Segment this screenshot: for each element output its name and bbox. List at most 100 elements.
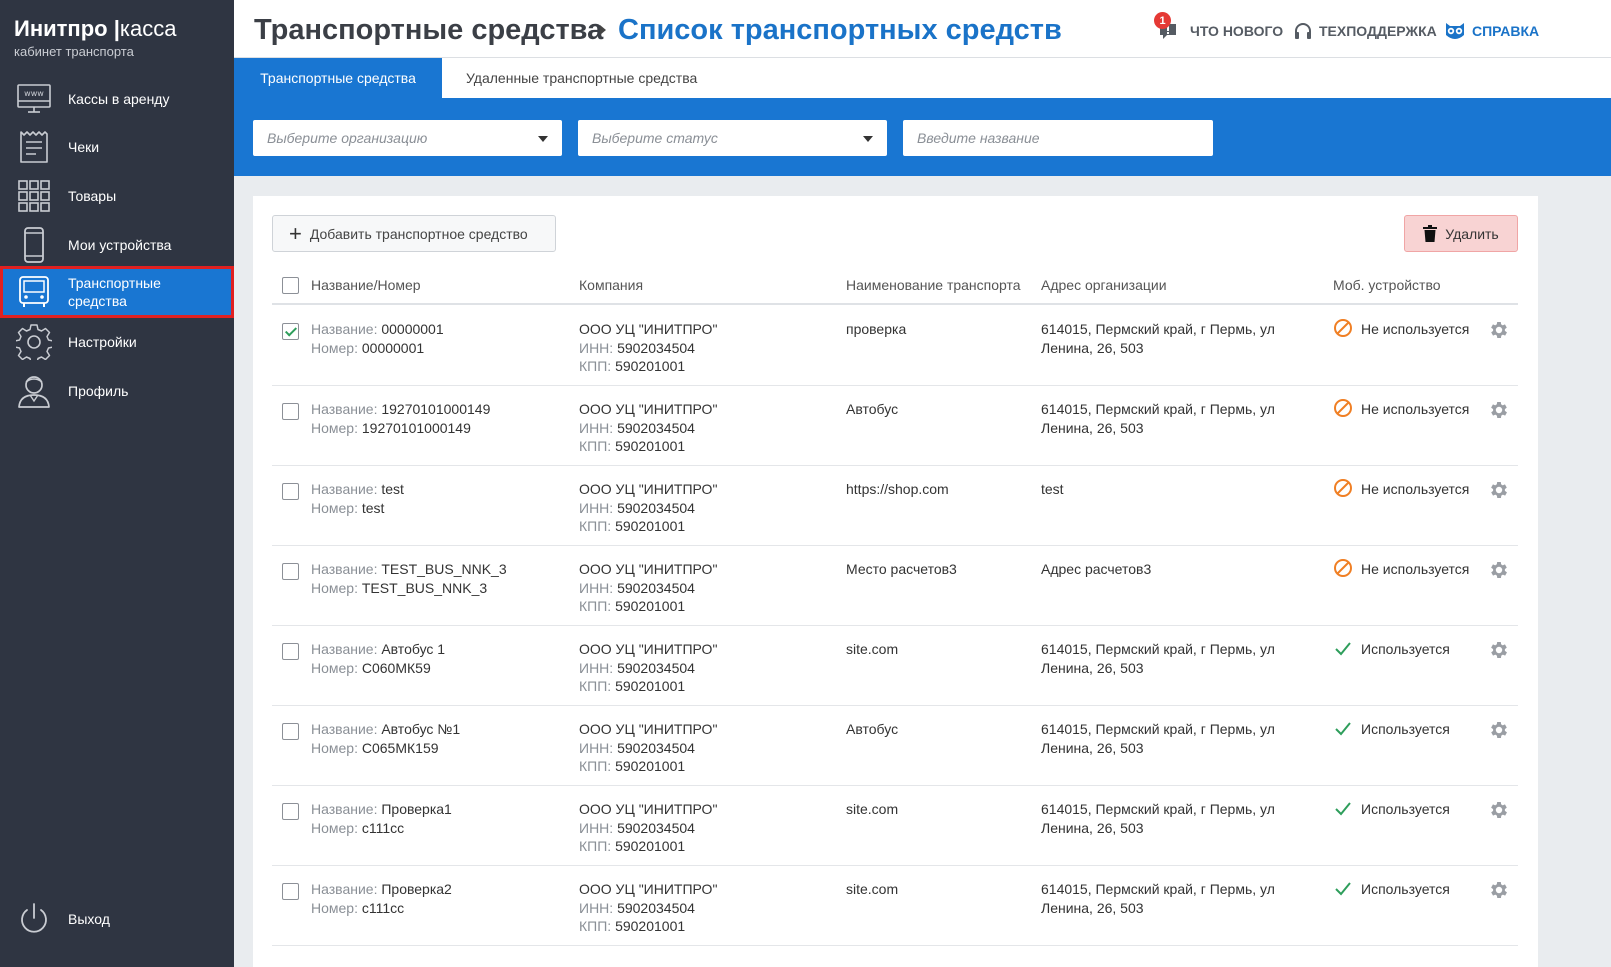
brand-name: Инитпро [14,16,108,41]
sidebar-item-profile[interactable]: Профиль [0,367,234,415]
owl-icon [1446,23,1464,39]
svg-text:www: www [24,89,44,98]
sidebar-item-goods[interactable]: Товары [0,172,234,220]
device-status-text: Не используется [1361,321,1470,337]
col-org-address[interactable]: Адрес организации [1041,277,1167,293]
name-label: Название: [311,401,382,417]
vehicle-number: 00000001 [361,339,425,356]
delete-button[interactable]: Удалить [1404,215,1518,252]
brand-title: Инитпро |касса [14,16,220,42]
check-icon [1335,802,1351,816]
breadcrumb-section[interactable]: Транспортные средства [254,14,603,47]
sidebar-item-label: Кассы в аренду [68,91,170,107]
row-checkbox[interactable] [282,403,299,420]
row-checkbox[interactable] [282,723,299,740]
sidebar-item-logout[interactable]: Выход [0,895,234,943]
help-link[interactable]: СПРАВКА [1444,21,1539,41]
row-settings-gear-icon[interactable] [1488,479,1510,501]
organization-select[interactable]: Выберите организацию [253,120,562,156]
sidebar-item-settings[interactable]: Настройки [0,318,234,366]
device-status-text: Используется [1361,641,1450,657]
row-checkbox[interactable] [282,803,299,820]
status-select[interactable]: Выберите статус [578,120,887,156]
company-name: ООО УЦ "ИНИТПРО" [579,401,718,417]
table-row[interactable]: Название: 19270101000149 Номер: 192701010… [272,386,1518,466]
col-transport-name[interactable]: Наименование транспорта [846,277,1021,293]
sidebar-item-cash-rental[interactable]: www Кассы в аренду [0,75,234,123]
sidebar-item-devices[interactable]: Мои устройства [0,221,234,269]
table-row[interactable]: Название: Автобус №1 Номер: С065МК159 ООО … [272,706,1518,786]
inn-label: ИНН: [579,579,618,596]
name-label: Название: [311,481,382,497]
col-name-number[interactable]: Название/Номер [311,277,421,293]
name-search-input[interactable]: Введите название [903,120,1213,156]
trash-icon [1423,225,1438,242]
add-vehicle-button[interactable]: + Добавить транспортное средство [272,215,556,252]
row-settings-gear-icon[interactable] [1488,639,1510,661]
check-icon [1335,882,1351,896]
org-address: test [1041,481,1064,497]
transport-name: site.com [846,801,899,817]
row-checkbox[interactable] [282,323,299,340]
support-link[interactable]: ТЕХПОДДЕРЖКА [1293,21,1437,41]
sidebar-item-label: Транспортные средства [68,275,161,309]
not-allowed-icon [1334,479,1352,497]
row-checkbox[interactable] [282,483,299,500]
org-address: 614015, Пермский край, г Пермь, ул Ленин… [1041,401,1275,436]
col-company[interactable]: Компания [579,277,643,293]
logout-label: Выход [68,911,110,927]
table-row[interactable]: Название: test Номер: test ООО УЦ "ИНИТПРО… [272,466,1518,546]
company-inn: 5902034504 [617,819,695,836]
org-address: 614015, Пермский край, г Пермь, ул Ленин… [1041,641,1275,676]
table-row[interactable]: Название: Проверка1 Номер: с111сс ООО УЦ "… [272,786,1518,866]
help-label: СПРАВКА [1472,23,1540,39]
row-checkbox[interactable] [282,883,299,900]
add-vehicle-label: Добавить транспортное средство [309,225,528,242]
company-cell: ООО УЦ "ИНИТПРО" ИНН: 5902034504 КПП: 5902… [579,320,839,376]
plus-icon: + [289,220,302,246]
sidebar-item-receipts[interactable]: Чеки [0,123,234,171]
table-row[interactable]: Название: Автобус 1 Номер: С060МК59 ООО УЦ… [272,626,1518,706]
number-label: Номер: [311,579,362,596]
table-header: Название/Номер Компания Наименование тра… [272,266,1518,305]
row-settings-gear-icon[interactable] [1488,559,1510,581]
brand-product: касса [119,16,177,41]
whats-new-link[interactable]: 1 ЧТО НОВОГО [1154,12,1284,41]
row-settings-gear-icon[interactable] [1488,719,1510,741]
inn-label: ИНН: [579,899,618,916]
kpp-label: КПП: [579,758,616,774]
sidebar-item-label: Товары [68,188,117,204]
chevron-right-icon [600,25,606,35]
vehicle-name-number: Название: Автобус №1 Номер: С065МК159 [311,720,571,757]
kpp-label: КПП: [579,678,616,694]
sidebar-item-vehicles[interactable]: Транспортные средства [0,266,234,318]
col-mobile-device[interactable]: Моб. устройство [1333,277,1441,293]
table-row[interactable]: Название: 00000001 Номер: 00000001 ООО УЦ … [272,306,1518,386]
transport-name: https://shop.com [846,481,949,497]
inn-label: ИНН: [579,739,618,756]
row-settings-gear-icon[interactable] [1488,399,1510,421]
vehicle-name-number: Название: 00000001 Номер: 00000001 [311,320,571,357]
sidebar-item-label: Мои устройства [68,237,172,253]
row-checkbox[interactable] [282,563,299,580]
row-settings-gear-icon[interactable] [1488,879,1510,901]
select-all-checkbox[interactable] [282,277,299,294]
table-row[interactable]: Название: Проверка2 Номер: с111сс ООО УЦ "… [272,866,1518,946]
row-settings-gear-icon[interactable] [1488,799,1510,821]
sidebar: Инитпро |касса кабинет транспорта www Ка… [0,0,234,967]
row-settings-gear-icon[interactable] [1488,319,1510,341]
company-kpp: 590201001 [615,678,686,694]
table-row[interactable]: Название: TEST_BUS_NNK_3 Номер: TEST_BUS_… [272,546,1518,626]
tab-vehicles[interactable]: Транспортные средства [234,58,442,98]
kpp-label: КПП: [579,918,616,934]
name-label: Название: [311,801,382,817]
kpp-label: КПП: [579,598,616,614]
tab-deleted-vehicles[interactable]: Удаленные транспортные средства [442,58,721,98]
whats-new-label: ЧТО НОВОГО [1190,23,1284,39]
row-checkbox[interactable] [282,643,299,660]
status-select-placeholder: Выберите статус [592,130,718,146]
name-label: Название: [311,721,382,737]
company-name: ООО УЦ "ИНИТПРО" [579,801,718,817]
vehicle-name: Автобус 1 [381,641,446,657]
company-name: ООО УЦ "ИНИТПРО" [579,481,718,497]
